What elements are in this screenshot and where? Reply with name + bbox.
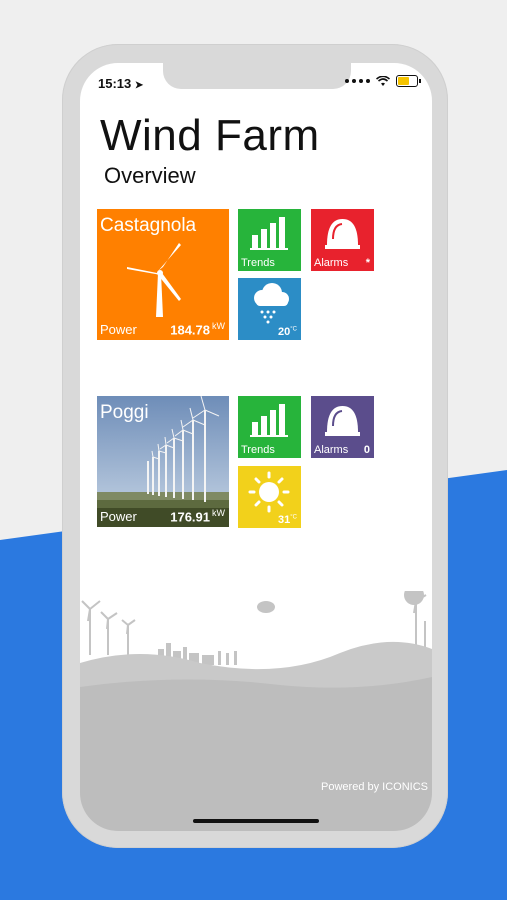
- alarms-tile-poggi[interactable]: Alarms 0: [311, 396, 374, 458]
- power-label: Power: [100, 509, 137, 524]
- alarms-label: Alarms: [314, 444, 349, 456]
- status-time: 15:13 ➤: [98, 76, 144, 91]
- signal-icon: [345, 79, 370, 83]
- power-value: 184.78 kW: [170, 320, 225, 337]
- trends-label: Trends: [241, 444, 275, 456]
- power-label: Power: [100, 322, 137, 337]
- status-icons: [345, 75, 421, 87]
- alarms-count: 0: [363, 444, 370, 456]
- phone-notch: [163, 63, 351, 89]
- power-value: 176.91 kW: [170, 507, 225, 524]
- powered-by-text: Powered by ICONICS: [321, 781, 428, 793]
- app-screen: 15:13 ➤ Wind Farm Overview Castagnola Po…: [80, 63, 432, 831]
- weather-tile-castagnola[interactable]: 20°C: [238, 278, 301, 340]
- trends-tile-castagnola[interactable]: Trends: [238, 209, 301, 271]
- weather-temp: 20°C: [278, 326, 297, 338]
- page-subtitle: Overview: [104, 163, 196, 188]
- trends-label: Trends: [241, 257, 275, 269]
- weather-tile-poggi[interactable]: 31°C: [238, 466, 301, 528]
- battery-icon: [396, 75, 421, 87]
- wifi-icon: [376, 75, 390, 86]
- weather-temp: 31°C: [278, 514, 297, 526]
- site-tile-castagnola[interactable]: Castagnola Power 184.78 kW: [97, 209, 229, 340]
- site-tile-poggi[interactable]: Poggi Power 176.91 kW: [97, 396, 229, 527]
- alarms-tile-castagnola[interactable]: Alarms *: [311, 209, 374, 271]
- site-name: Poggi: [100, 402, 149, 423]
- landscape-illustration: [80, 591, 432, 831]
- alarms-count: *: [365, 257, 370, 269]
- location-arrow-icon: ➤: [134, 80, 144, 91]
- alarms-label: Alarms: [314, 257, 349, 269]
- page-title: Wind Farm: [100, 111, 320, 160]
- trends-tile-poggi[interactable]: Trends: [238, 396, 301, 458]
- home-indicator[interactable]: [193, 819, 319, 823]
